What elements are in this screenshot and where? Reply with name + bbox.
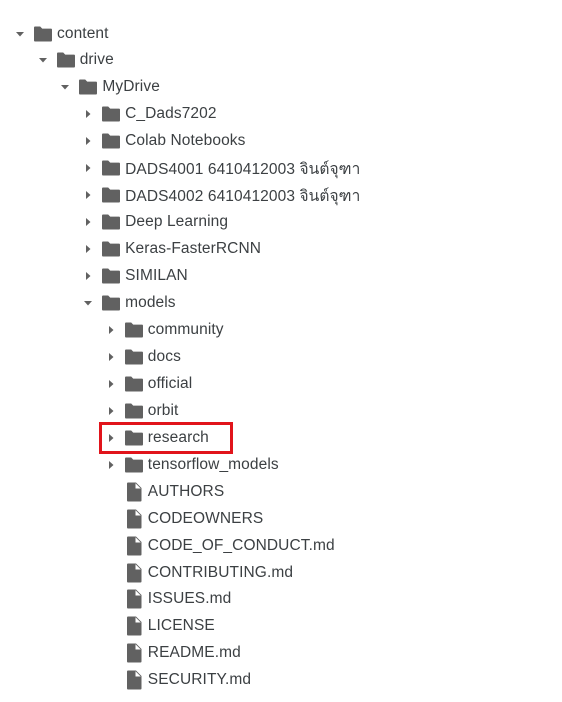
folder-icon	[99, 101, 123, 128]
caret-right-icon[interactable]	[77, 182, 99, 209]
folder-icon	[99, 182, 123, 209]
folder-label: community	[147, 320, 224, 338]
folder-label: docs	[147, 347, 181, 365]
folder-row-tensorflow-models[interactable]: tensorflow_models	[100, 451, 279, 478]
folder-icon	[54, 47, 78, 74]
folder-row-official[interactable]: official	[100, 370, 192, 397]
folder-label: Colab Notebooks	[125, 132, 246, 150]
folder-icon	[122, 316, 146, 343]
caret-right-icon[interactable]	[100, 370, 122, 397]
caret-right-icon[interactable]	[100, 316, 122, 343]
folder-row-orbit[interactable]: orbit	[100, 397, 179, 424]
file-icon	[122, 532, 146, 559]
file-icon	[122, 505, 146, 532]
file-icon	[122, 640, 146, 667]
folder-icon	[99, 236, 123, 263]
folder-row-colab-notebooks[interactable]: Colab Notebooks	[77, 128, 245, 155]
folder-row-similan[interactable]: SIMILAN	[77, 263, 188, 290]
file-label: README.md	[147, 644, 241, 662]
file-icon	[122, 613, 146, 640]
folder-row-c-dads7202[interactable]: C_Dads7202	[77, 101, 216, 128]
file-icon	[122, 478, 146, 505]
folder-label: SIMILAN	[125, 267, 188, 285]
folder-row-models[interactable]: models	[77, 290, 176, 317]
folder-icon	[99, 128, 123, 155]
folder-icon	[99, 209, 123, 236]
folder-row-drive[interactable]: drive	[32, 47, 114, 74]
folder-row-keras-fasterrcnn[interactable]: Keras-FasterRCNN	[77, 236, 261, 263]
folder-label: orbit	[147, 401, 179, 419]
file-row-contributing-md[interactable]: CONTRIBUTING.md	[100, 559, 293, 586]
folder-label: research	[147, 428, 209, 446]
folder-icon	[122, 451, 146, 478]
folder-icon	[99, 290, 123, 317]
file-label: CONTRIBUTING.md	[147, 563, 294, 581]
file-icon	[122, 667, 146, 694]
caret-right-icon[interactable]	[77, 128, 99, 155]
file-label: CODE_OF_CONDUCT.md	[147, 536, 335, 554]
folder-label: content	[57, 24, 109, 42]
file-label: SECURITY.md	[147, 671, 252, 689]
caret-right-icon[interactable]	[77, 263, 99, 290]
file-row-license[interactable]: LICENSE	[100, 613, 215, 640]
folder-label: official	[147, 374, 193, 392]
file-row-security-md[interactable]: SECURITY.md	[100, 667, 251, 694]
caret-down-icon[interactable]	[9, 20, 31, 47]
folder-label: Deep Learning	[125, 213, 229, 231]
caret-right-icon[interactable]	[77, 236, 99, 263]
folder-label: MyDrive	[102, 78, 160, 96]
file-label: LICENSE	[147, 617, 215, 635]
folder-icon	[122, 343, 146, 370]
folder-row-dads4001-6410412003[interactable]: DADS4001 6410412003 จินต์จุฑา	[77, 155, 360, 182]
caret-down-icon[interactable]	[32, 47, 54, 74]
caret-right-icon[interactable]	[77, 155, 99, 182]
caret-right-icon[interactable]	[100, 343, 122, 370]
folder-label: DADS4002 6410412003 จินต์จุฑา	[125, 187, 361, 205]
caret-right-icon[interactable]	[100, 424, 122, 451]
folder-row-content[interactable]: content	[9, 20, 109, 47]
file-row-authors[interactable]: AUTHORS	[100, 478, 224, 505]
caret-right-icon[interactable]	[77, 209, 99, 236]
folder-icon	[99, 263, 123, 290]
folder-label: tensorflow_models	[147, 455, 279, 473]
folder-row-dads4002-6410412003[interactable]: DADS4002 6410412003 จินต์จุฑา	[77, 182, 360, 209]
folder-icon	[122, 397, 146, 424]
folder-icon	[76, 74, 100, 101]
folder-icon	[99, 155, 123, 182]
caret-down-icon[interactable]	[54, 74, 76, 101]
folder-label: C_Dads7202	[125, 105, 217, 123]
folder-icon	[31, 20, 55, 47]
caret-right-icon[interactable]	[100, 397, 122, 424]
folder-row-deep-learning[interactable]: Deep Learning	[77, 209, 228, 236]
folder-row-docs[interactable]: docs	[100, 343, 181, 370]
file-row-codeowners[interactable]: CODEOWNERS	[100, 505, 264, 532]
folder-icon	[122, 424, 146, 451]
file-row-issues-md[interactable]: ISSUES.md	[100, 586, 232, 613]
folder-label: Keras-FasterRCNN	[125, 240, 262, 258]
file-label: CODEOWNERS	[147, 509, 264, 527]
file-row-code-of-conduct-md[interactable]: CODE_OF_CONDUCT.md	[100, 532, 335, 559]
folder-label: DADS4001 6410412003 จินต์จุฑา	[125, 160, 361, 178]
file-icon	[122, 559, 146, 586]
folder-label: models	[125, 294, 176, 311]
caret-right-icon[interactable]	[100, 451, 122, 478]
caret-down-icon[interactable]	[77, 290, 99, 317]
folder-row-research[interactable]: research	[100, 424, 209, 451]
folder-row-community[interactable]: community	[100, 316, 224, 343]
folder-label: drive	[79, 51, 114, 69]
file-label: AUTHORS	[147, 482, 225, 500]
caret-right-icon[interactable]	[77, 101, 99, 128]
file-icon	[122, 586, 146, 613]
file-row-readme-md[interactable]: README.md	[100, 640, 241, 667]
folder-icon	[122, 370, 146, 397]
folder-row-mydrive[interactable]: MyDrive	[54, 74, 160, 101]
file-label: ISSUES.md	[147, 590, 232, 608]
